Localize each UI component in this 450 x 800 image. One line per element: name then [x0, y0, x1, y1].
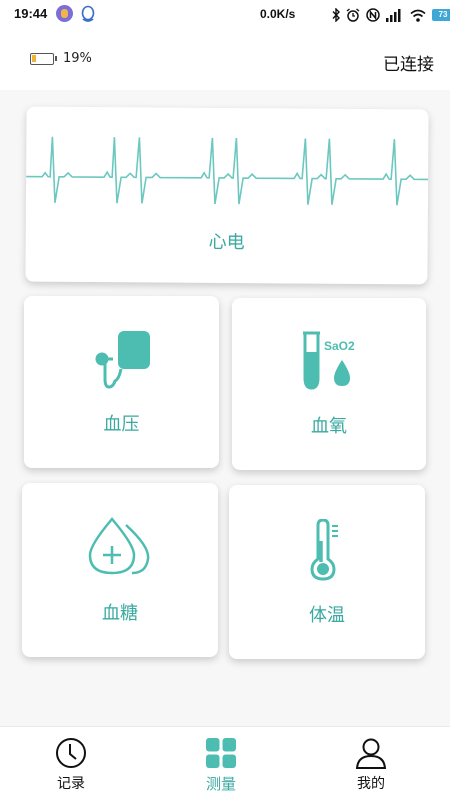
user-icon — [355, 738, 387, 769]
thermometer-icon — [310, 519, 338, 581]
bottom-nav: 记录 测量 我的 — [0, 726, 450, 800]
bluetooth-icon — [332, 8, 340, 22]
ecg-label: 心电 — [208, 231, 245, 254]
device-battery-icon — [30, 53, 57, 65]
nav-records[interactable]: 记录 — [16, 727, 126, 800]
status-time: 19:44 — [14, 6, 48, 21]
connection-status[interactable]: 已连接 — [383, 50, 434, 75]
temperature-card[interactable]: 体温 — [229, 485, 425, 659]
device-battery-percent: 19% — [63, 51, 92, 66]
ecg-wave-icon — [26, 136, 429, 206]
wifi-icon — [410, 9, 426, 22]
nav-measure[interactable]: 测量 — [166, 727, 276, 800]
blood-pressure-cuff-icon — [95, 331, 150, 389]
test-tube-drop-icon: SaO2 — [303, 331, 355, 390]
nav-profile[interactable]: 我的 — [316, 727, 426, 800]
nfc-icon — [366, 8, 380, 22]
blood-pressure-label: 血压 — [103, 414, 140, 435]
status-bar: 19:44 0.0K/s 73 — [0, 0, 450, 30]
temperature-label: 体温 — [309, 605, 345, 626]
grid-icon — [206, 738, 236, 768]
app-avatar-icon — [56, 5, 73, 22]
blood-glucose-label: 血糖 — [102, 603, 138, 624]
nav-records-label: 记录 — [57, 776, 85, 792]
net-speed: 0.0K/s — [260, 7, 296, 21]
blood-oxygen-label: 血氧 — [311, 416, 347, 437]
blood-oxygen-card[interactable]: SaO2 血氧 — [232, 298, 426, 470]
ecg-card[interactable]: 心电 — [25, 106, 429, 285]
battery-icon: 73 — [432, 9, 450, 21]
app-header: 19% 已连接 — [0, 30, 450, 90]
blood-glucose-card[interactable]: 血糖 — [22, 483, 218, 657]
sao2-text: SaO2 — [324, 339, 355, 353]
qq-icon — [80, 5, 96, 27]
signal-icon — [386, 8, 401, 22]
alarm-icon — [346, 8, 360, 22]
glucose-drops-icon — [88, 517, 150, 575]
clock-icon — [56, 738, 86, 768]
nav-profile-label: 我的 — [357, 776, 385, 792]
blood-pressure-card[interactable]: 血压 — [24, 296, 219, 468]
nav-measure-label: 测量 — [205, 775, 236, 793]
